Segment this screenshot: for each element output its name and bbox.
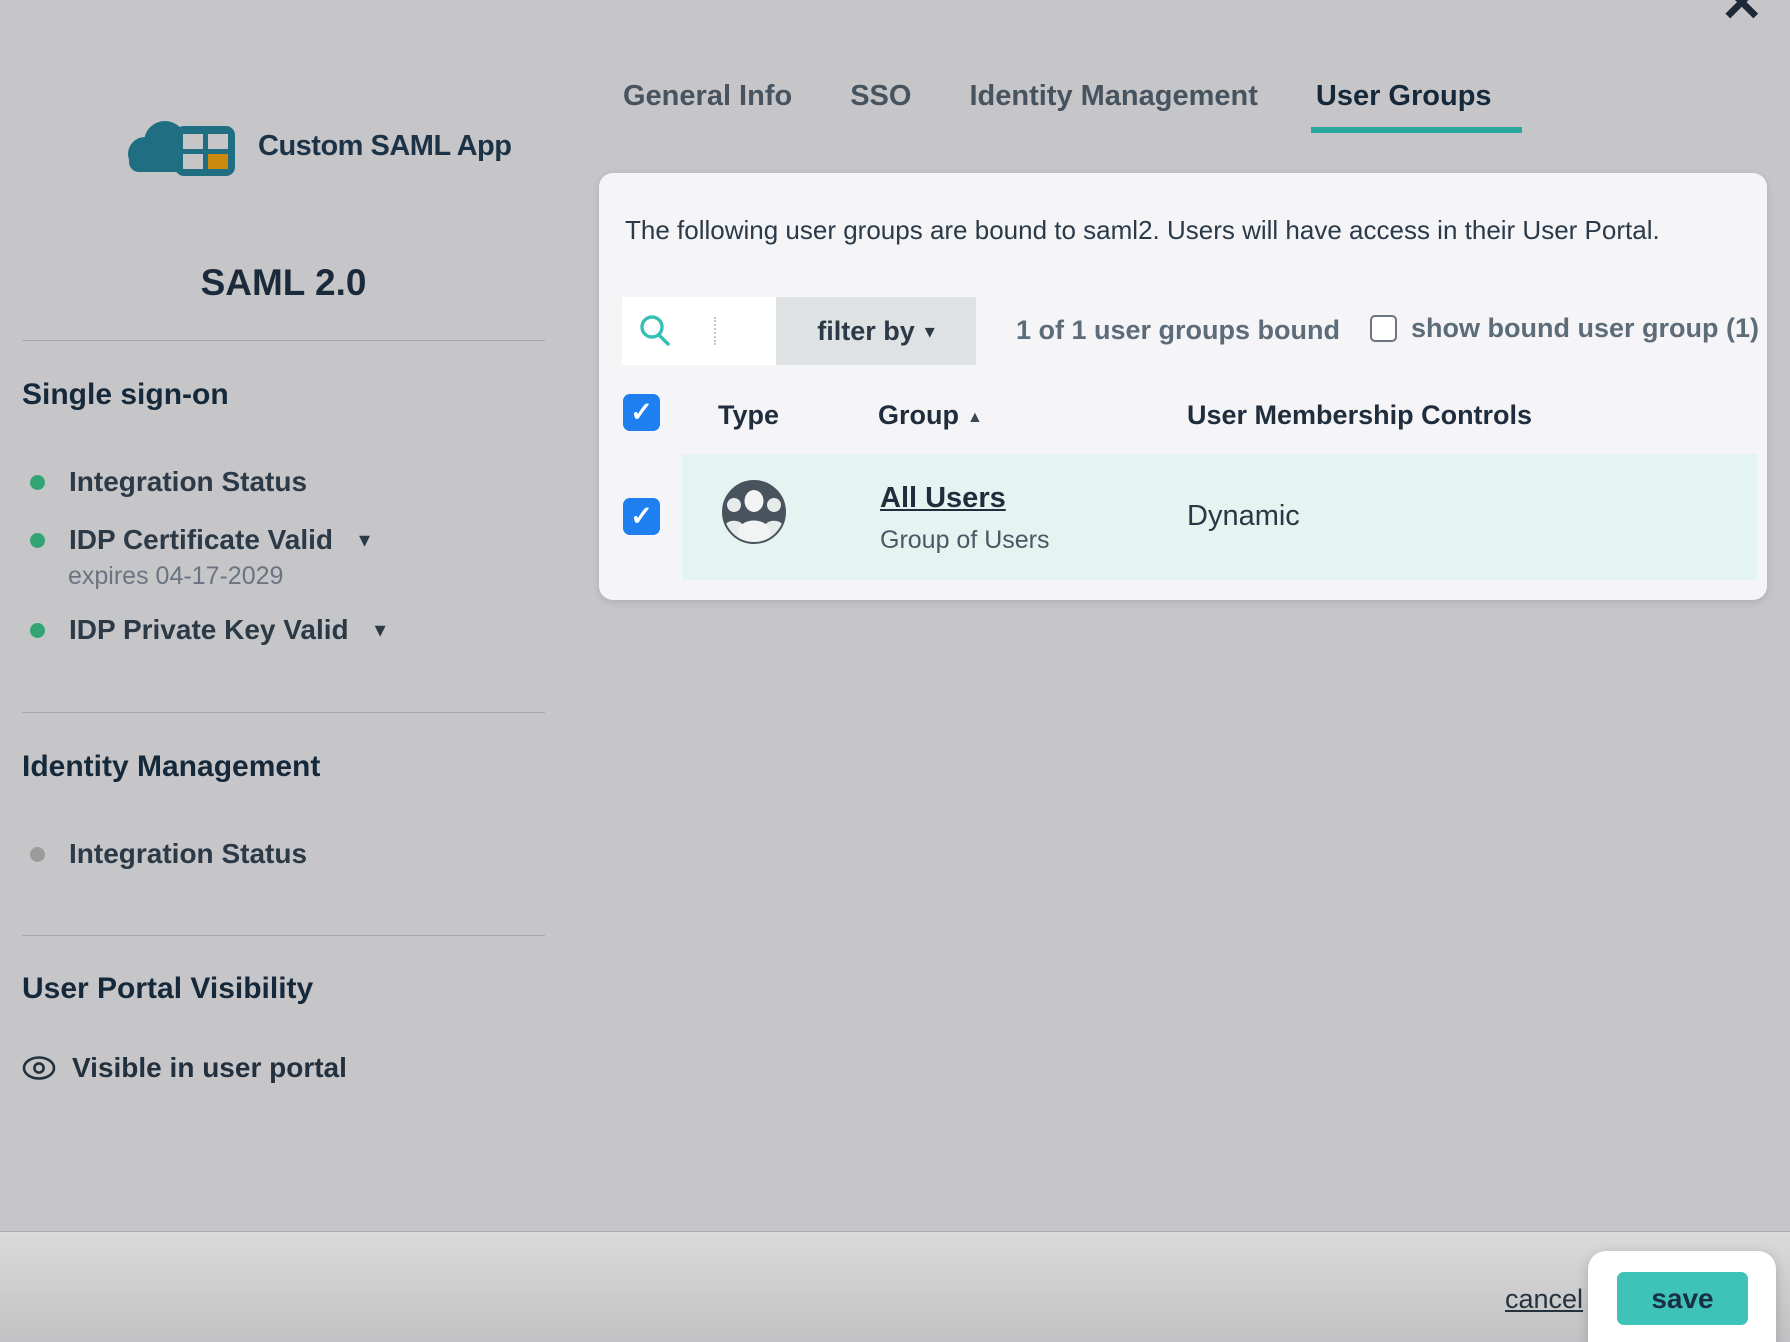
- tab-user-groups[interactable]: User Groups: [1316, 82, 1492, 133]
- idm-section-heading: Identity Management: [22, 750, 320, 784]
- filter-by-dropdown[interactable]: filter by ▾: [776, 297, 976, 365]
- tab-sso[interactable]: SSO: [850, 82, 911, 133]
- group-type: Group of Users: [880, 526, 1050, 555]
- table-header-row: ✓ Type Group▲ User Membership Controls: [599, 394, 1767, 434]
- group-name-link[interactable]: All Users: [880, 482, 1006, 515]
- idp-certificate-valid[interactable]: IDP Certificate Valid ▾: [30, 524, 370, 556]
- portal-section-heading: User Portal Visibility: [22, 972, 313, 1006]
- group-avatar-icon: [721, 479, 787, 545]
- status-ok-dot: [30, 623, 45, 638]
- tab-general-info[interactable]: General Info: [623, 82, 792, 133]
- row-checkbox[interactable]: ✓: [623, 498, 660, 535]
- show-bound-checkbox[interactable]: [1370, 315, 1397, 342]
- column-header-group[interactable]: Group▲: [878, 400, 983, 431]
- save-button-container: save: [1588, 1251, 1776, 1342]
- eye-icon: [22, 1055, 56, 1081]
- table-row: ✓ All Users Group of Users Dynamic: [599, 454, 1767, 580]
- check-icon: ✓: [630, 399, 653, 426]
- user-groups-panel: The following user groups are bound to s…: [599, 173, 1767, 600]
- column-header-membership: User Membership Controls: [1187, 400, 1532, 431]
- sidebar: Custom SAML App SAML 2.0 Single sign-on …: [20, 0, 547, 1200]
- idm-integration-status: Integration Status: [30, 838, 307, 870]
- column-header-type: Type: [718, 400, 779, 431]
- status-neutral-dot: [30, 847, 45, 862]
- membership-control-value: Dynamic: [1187, 500, 1300, 533]
- sso-integration-status: Integration Status: [30, 466, 307, 498]
- status-ok-dot: [30, 475, 45, 490]
- certificate-expiry: expires 04-17-2029: [68, 562, 283, 591]
- panel-description: The following user groups are bound to s…: [625, 215, 1660, 246]
- caret-down-icon: ▾: [925, 319, 935, 344]
- text-caret: [714, 317, 716, 345]
- divider: [22, 712, 545, 713]
- sso-section-heading: Single sign-on: [22, 378, 229, 412]
- save-button[interactable]: save: [1617, 1272, 1748, 1325]
- saml-app-config-modal: ✕ General Info SSO Identity Management U…: [0, 0, 1790, 1342]
- tab-bar: General Info SSO Identity Management Use…: [623, 82, 1492, 133]
- sort-asc-icon: ▲: [967, 409, 983, 426]
- search-icon: [638, 314, 672, 348]
- status-ok-dot: [30, 533, 45, 548]
- footer-bar: cancel save: [0, 1231, 1790, 1342]
- idp-private-key-valid[interactable]: IDP Private Key Valid ▾: [30, 614, 386, 646]
- search-box[interactable]: [622, 297, 776, 365]
- custom-saml-app-icon: [115, 110, 250, 182]
- caret-down-icon: ▾: [359, 527, 370, 553]
- close-icon[interactable]: ✕: [1720, 0, 1764, 30]
- protocol-title: SAML 2.0: [20, 262, 547, 304]
- check-icon: ✓: [630, 503, 653, 530]
- select-all-checkbox[interactable]: ✓: [623, 394, 660, 431]
- app-logo: Custom SAML App: [115, 110, 512, 182]
- search-input[interactable]: [686, 317, 766, 345]
- app-logo-label: Custom SAML App: [258, 130, 512, 163]
- portal-visibility-row: Visible in user portal: [22, 1052, 347, 1084]
- divider: [22, 340, 545, 341]
- divider: [22, 935, 545, 936]
- show-bound-toggle[interactable]: show bound user group (1): [1370, 313, 1759, 344]
- bound-count: 1 of 1 user groups bound: [1016, 315, 1340, 346]
- cancel-button[interactable]: cancel: [1505, 1284, 1583, 1315]
- tab-identity-management[interactable]: Identity Management: [969, 82, 1257, 133]
- caret-down-icon: ▾: [375, 617, 386, 643]
- search-filter-group: filter by ▾: [622, 297, 976, 365]
